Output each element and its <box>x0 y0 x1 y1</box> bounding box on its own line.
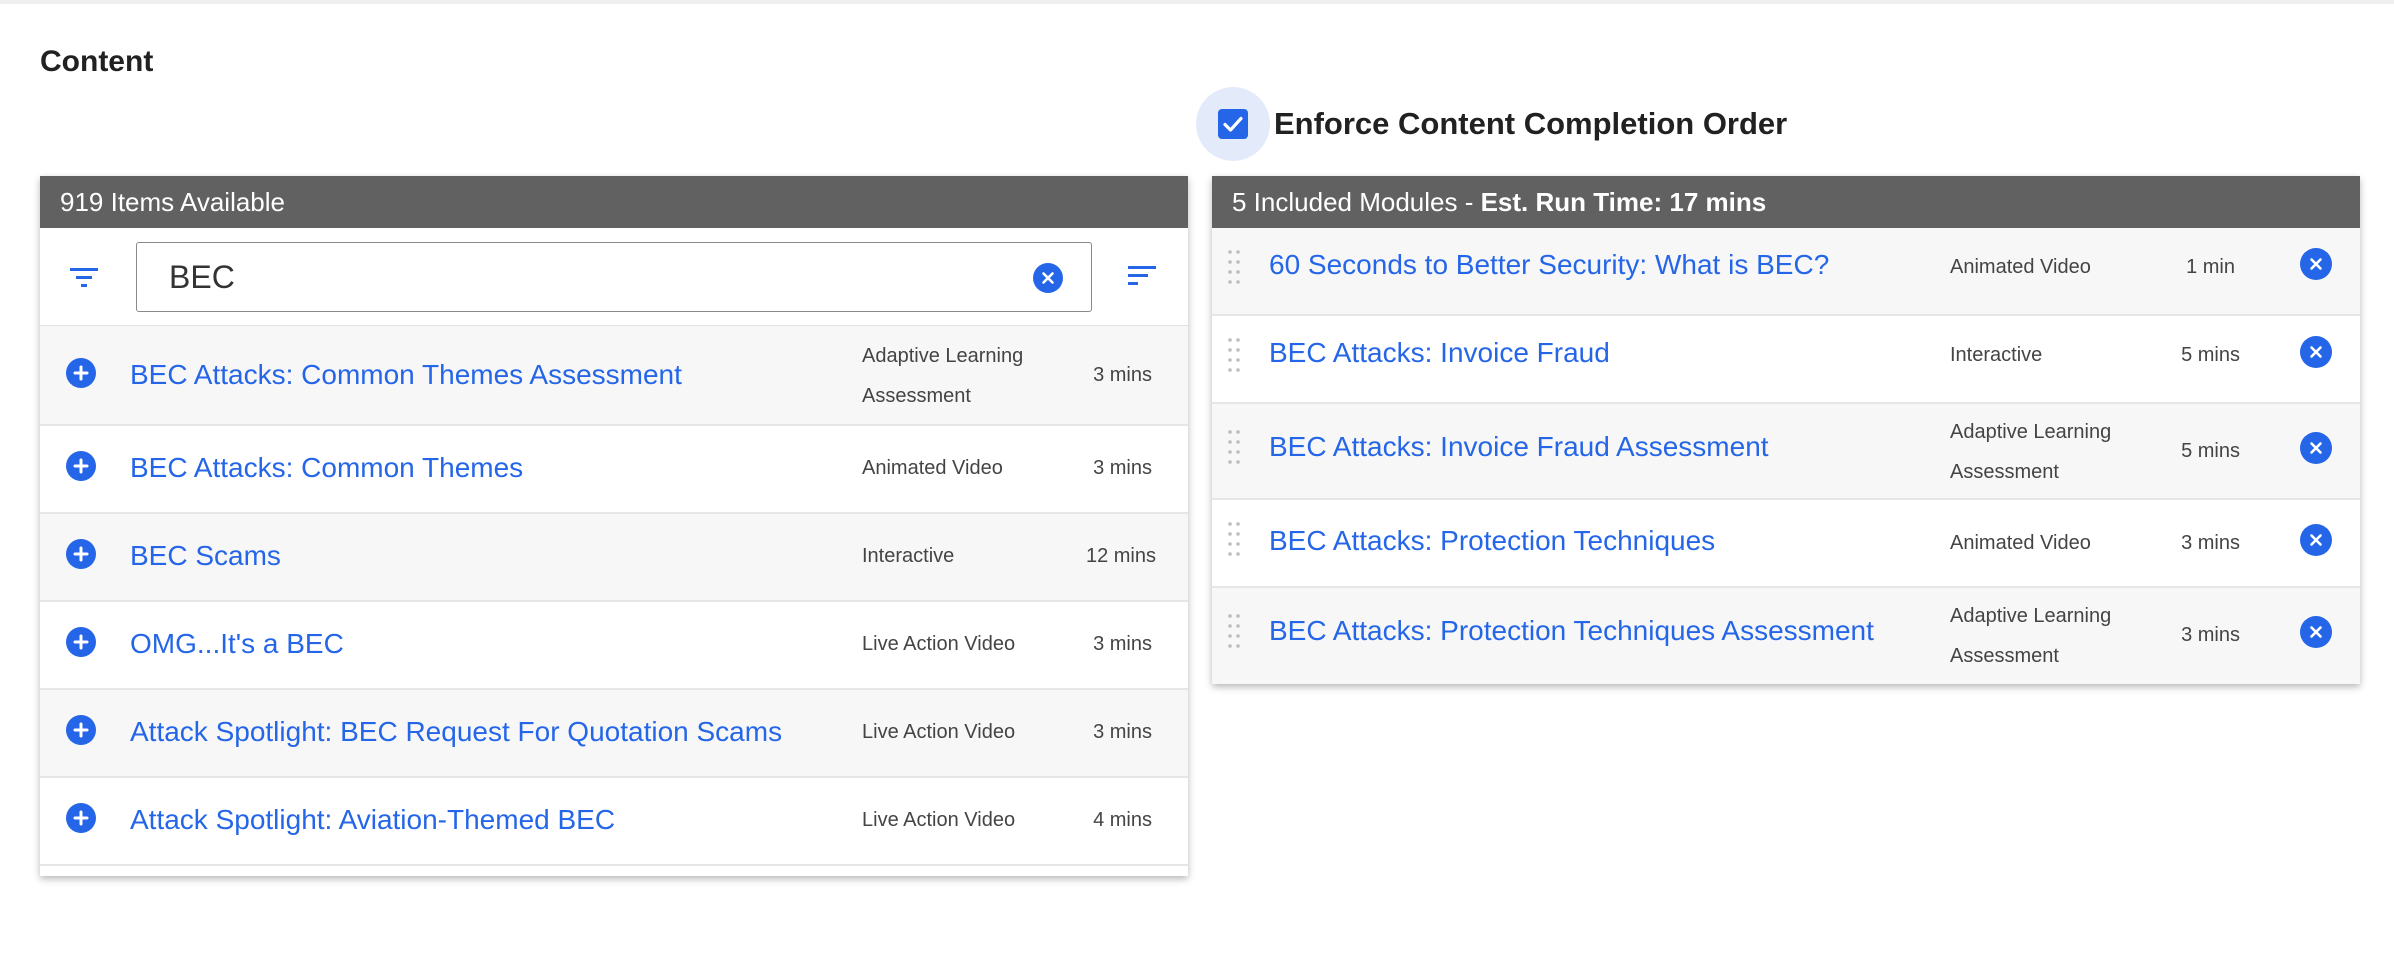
available-item-row: Attack Spotlight: Aviation-Themed BEC Li… <box>40 778 1188 866</box>
included-module-row[interactable]: BEC Attacks: Invoice Fraud Interactive 5… <box>1212 316 2360 404</box>
page-title: Content <box>40 45 154 78</box>
available-item-duration: 3 mins <box>1093 633 1152 655</box>
available-item-title[interactable]: Attack Spotlight: BEC Request For Quotat… <box>130 715 782 749</box>
available-item-row: OMG...It's a BEC Live Action Video 3 min… <box>40 602 1188 690</box>
available-item-type: Live Action Video <box>862 809 1016 831</box>
included-module-duration: 5 mins <box>2181 440 2240 462</box>
available-item-type: Live Action Video <box>862 721 1016 743</box>
drag-handle-icon[interactable] <box>1226 520 1242 560</box>
available-item-duration: 3 mins <box>1093 364 1152 386</box>
included-module-duration: 3 mins <box>2181 532 2240 554</box>
available-item-title[interactable]: OMG...It's a BEC <box>130 627 344 661</box>
included-module-type: Animated Video <box>1950 256 2091 278</box>
drag-handle-icon[interactable] <box>1226 612 1242 652</box>
add-circle-icon[interactable] <box>66 358 96 388</box>
available-item-title[interactable]: BEC Attacks: Common Themes <box>130 451 523 485</box>
top-divider <box>0 0 2394 4</box>
included-module-duration: 5 mins <box>2181 344 2240 366</box>
filter-icon[interactable] <box>68 262 100 292</box>
sort-icon[interactable] <box>1126 262 1158 290</box>
available-items-list: BEC Attacks: Common Themes Assessment Ad… <box>40 326 1188 866</box>
type-line-2: Assessment <box>862 385 971 407</box>
available-item-row: Attack Spotlight: BEC Request For Quotat… <box>40 690 1188 778</box>
enforce-order-control[interactable]: Enforce Content Completion Order <box>1196 87 1787 161</box>
drag-handle-icon[interactable] <box>1226 336 1242 376</box>
included-module-type: Interactive <box>1950 344 2043 366</box>
type-line-1: Adaptive Learning <box>1950 605 2112 627</box>
add-circle-icon[interactable] <box>66 627 96 657</box>
included-module-row[interactable]: BEC Attacks: Protection Techniques Asses… <box>1212 588 2360 684</box>
add-circle-icon[interactable] <box>66 803 96 833</box>
included-module-duration: 1 min <box>2186 256 2235 278</box>
available-item-duration: 3 mins <box>1093 457 1152 479</box>
included-module-row[interactable]: BEC Attacks: Invoice Fraud Assessment Ad… <box>1212 404 2360 500</box>
type-line-1: Adaptive Learning <box>862 345 1024 367</box>
enforce-order-label[interactable]: Enforce Content Completion Order <box>1274 106 1787 142</box>
add-circle-icon[interactable] <box>66 715 96 745</box>
included-module-duration: 3 mins <box>2181 624 2240 646</box>
included-module-title[interactable]: BEC Attacks: Invoice Fraud Assessment <box>1269 430 1769 464</box>
included-count-label: 5 Included Modules - <box>1232 187 1481 217</box>
included-modules-panel: 5 Included Modules - Est. Run Time: 17 m… <box>1212 176 2360 684</box>
remove-circle-icon[interactable] <box>2300 336 2332 368</box>
remove-circle-icon[interactable] <box>2300 616 2332 648</box>
available-item-row: BEC Attacks: Common Themes Assessment Ad… <box>40 326 1188 426</box>
drag-handle-icon[interactable] <box>1226 428 1242 468</box>
available-item-duration: 3 mins <box>1093 721 1152 743</box>
included-module-type: Animated Video <box>1950 532 2091 554</box>
available-item-type: Adaptive Learning Assessment <box>862 336 1023 416</box>
search-input[interactable] <box>167 243 1001 311</box>
included-module-title[interactable]: BEC Attacks: Invoice Fraud <box>1269 336 1610 370</box>
included-module-type: Adaptive Learning Assessment <box>1950 596 2111 676</box>
est-run-time: Est. Run Time: 17 mins <box>1480 187 1767 217</box>
remove-circle-icon[interactable] <box>2300 524 2332 556</box>
remove-circle-icon[interactable] <box>2300 432 2332 464</box>
available-items-panel: 919 Items Available BEC Attacks: Common … <box>40 176 1188 876</box>
included-module-title[interactable]: BEC Attacks: Protection Techniques <box>1269 524 1715 558</box>
available-item-row: BEC Attacks: Common Themes Animated Vide… <box>40 426 1188 514</box>
included-module-title[interactable]: 60 Seconds to Better Security: What is B… <box>1269 248 1829 282</box>
available-item-duration: 4 mins <box>1093 809 1152 831</box>
drag-handle-icon[interactable] <box>1226 248 1242 288</box>
type-line-2: Assessment <box>1950 645 2059 667</box>
x-icon <box>1042 272 1054 284</box>
available-items-header: 919 Items Available <box>40 176 1188 228</box>
included-modules-list: 60 Seconds to Better Security: What is B… <box>1212 228 2360 684</box>
available-item-title[interactable]: Attack Spotlight: Aviation-Themed BEC <box>130 803 615 837</box>
remove-circle-icon[interactable] <box>2300 248 2332 280</box>
available-item-type: Animated Video <box>862 457 1003 479</box>
included-module-row[interactable]: 60 Seconds to Better Security: What is B… <box>1212 228 2360 316</box>
available-item-type: Interactive <box>862 545 955 567</box>
available-item-title[interactable]: BEC Scams <box>130 539 281 573</box>
included-module-row[interactable]: BEC Attacks: Protection Techniques Anima… <box>1212 500 2360 588</box>
checkbox-focus-halo[interactable] <box>1196 87 1270 161</box>
enforce-order-checkbox[interactable] <box>1218 109 1248 139</box>
search-bar <box>40 228 1188 326</box>
search-field[interactable] <box>136 242 1092 312</box>
included-module-type: Adaptive Learning Assessment <box>1950 412 2111 492</box>
type-line-1: Adaptive Learning <box>1950 421 2112 443</box>
included-modules-header: 5 Included Modules - Est. Run Time: 17 m… <box>1212 176 2360 228</box>
available-item-type: Live Action Video <box>862 633 1016 655</box>
add-circle-icon[interactable] <box>66 451 96 481</box>
clear-search-icon[interactable] <box>1033 263 1063 293</box>
add-circle-icon[interactable] <box>66 539 96 569</box>
available-item-title[interactable]: BEC Attacks: Common Themes Assessment <box>130 358 682 392</box>
included-module-title[interactable]: BEC Attacks: Protection Techniques Asses… <box>1269 614 1874 648</box>
type-line-2: Assessment <box>1950 461 2059 483</box>
checkmark-icon <box>1223 116 1243 132</box>
available-item-duration: 12 mins <box>1085 545 1156 567</box>
available-item-row: BEC Scams Interactive 12 mins <box>40 514 1188 602</box>
